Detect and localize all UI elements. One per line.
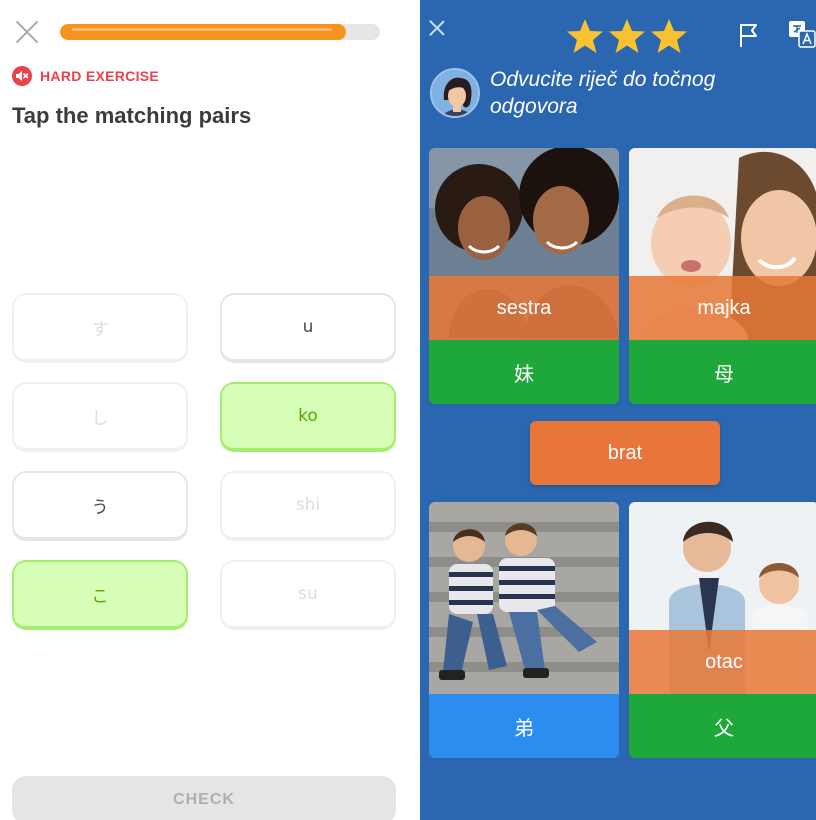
- star-rating: [566, 18, 688, 54]
- progress-bar: [60, 24, 380, 40]
- photo-brothers: [429, 502, 619, 694]
- close-icon[interactable]: [429, 20, 445, 36]
- photo-sisters: sestra: [429, 148, 619, 340]
- star-icon: [609, 19, 645, 53]
- tile-left-1[interactable]: す: [12, 293, 188, 363]
- page-title: Tap the matching pairs: [12, 103, 252, 128]
- photo-father-son: otac: [629, 502, 816, 694]
- tile-right-2[interactable]: ko: [220, 382, 396, 452]
- answer-card-otac[interactable]: otac 父: [629, 502, 816, 758]
- card-answer: 母: [629, 340, 816, 404]
- tile-left-4[interactable]: こ: [12, 560, 188, 630]
- hard-exercise-label: HARD EXERCISE: [40, 68, 160, 84]
- tile-left-3[interactable]: う: [12, 471, 188, 541]
- avatar: [430, 68, 480, 118]
- flag-icon[interactable]: [738, 22, 760, 48]
- answer-card-sestra[interactable]: sestra 妹: [429, 148, 619, 404]
- card-word: majka: [629, 276, 816, 340]
- duolingo-panel: HARD EXERCISE Tap the matching pairs す u…: [0, 0, 410, 820]
- card-answer: 弟: [429, 694, 619, 758]
- tile-right-4[interactable]: su: [220, 560, 396, 630]
- answer-card-brothers[interactable]: 弟: [429, 502, 619, 758]
- progress-bar-fill: [60, 24, 347, 40]
- tile-right-3[interactable]: shi: [220, 471, 396, 541]
- photo-mother-baby: majka: [629, 148, 816, 340]
- card-answer: 妹: [429, 340, 619, 404]
- card-word: otac: [629, 630, 816, 694]
- star-icon: [567, 19, 603, 53]
- close-icon[interactable]: [12, 17, 42, 47]
- tile-left-2[interactable]: し: [12, 382, 188, 452]
- card-word: sestra: [429, 276, 619, 340]
- instruction-text: Odvucite riječ do točnog odgovora: [490, 68, 716, 118]
- tile-right-1[interactable]: u: [220, 293, 396, 363]
- muted-speaker-icon: [12, 66, 32, 86]
- star-icon: [651, 19, 687, 53]
- card-answer: 父: [629, 694, 816, 758]
- translate-icon[interactable]: [788, 20, 816, 48]
- check-button[interactable]: CHECK: [12, 776, 396, 820]
- answer-card-majka[interactable]: majka 母: [629, 148, 816, 404]
- draggable-word-brat[interactable]: brat: [530, 421, 720, 485]
- hard-exercise-badge: HARD EXERCISE: [12, 66, 159, 86]
- drag-exercise-panel: Odvucite riječ do točnog odgovora sestra…: [420, 0, 816, 820]
